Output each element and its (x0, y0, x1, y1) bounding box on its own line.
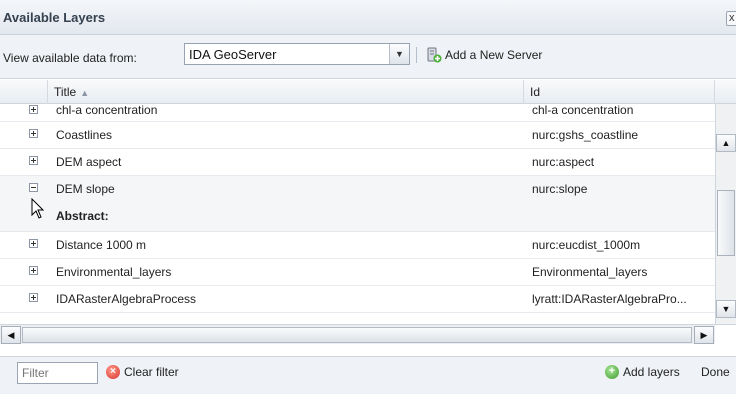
table-row-expanded[interactable]: DEM slope nurc:slope Abstract: (0, 176, 715, 232)
expand-icon[interactable] (29, 239, 38, 248)
add-layers-label: Add layers (623, 365, 680, 379)
clear-filter-button[interactable]: × Clear filter (106, 365, 179, 379)
row-title: Environmental_layers (56, 265, 172, 279)
row-id: lyratt:IDARasterAlgebraPro... (532, 292, 687, 306)
sort-ascending-icon: ▲ (80, 88, 90, 98)
filter-input[interactable] (17, 362, 98, 384)
vertical-scroll-thumb[interactable] (717, 190, 735, 256)
add-server-label: Add a New Server (445, 48, 543, 62)
row-id: Environmental_layers (532, 265, 648, 279)
scroll-up-icon[interactable]: ▲ (716, 134, 736, 152)
chevron-down-icon[interactable]: ▼ (389, 44, 409, 64)
grid-header: Title ▲ Id (0, 80, 736, 104)
scroll-right-icon[interactable]: ▶ (694, 326, 714, 344)
table-row[interactable]: Coastlines nurc:gshs_coastline (0, 122, 715, 149)
vertical-scrollbar[interactable]: ▲ ▼ (715, 104, 736, 324)
toolbar: View available data from: IDA GeoServer … (0, 35, 736, 79)
row-title: Distance 1000 m (56, 238, 147, 252)
title-column-header[interactable]: Title ▲ (48, 80, 524, 104)
window-title: Available Layers (3, 10, 106, 25)
row-id: nurc:eucdist_1000m (532, 238, 641, 252)
add-layers-button[interactable]: + Add layers (605, 365, 680, 379)
row-id: nurc:slope (532, 182, 588, 196)
view-data-label: View available data from: (3, 51, 137, 65)
mouse-cursor-icon (31, 198, 45, 219)
title-column-label: Title (54, 85, 77, 99)
expand-icon[interactable] (29, 266, 38, 275)
clear-icon: × (106, 365, 120, 379)
server-select[interactable]: IDA GeoServer ▼ (184, 43, 410, 65)
row-id: nurc:gshs_coastline (532, 128, 639, 142)
table-row[interactable]: chl-a concentration chl-a concentration (0, 104, 715, 122)
expander-column-header (0, 80, 48, 104)
table-row[interactable]: Distance 1000 m nurc:eucdist_1000m (0, 232, 715, 259)
header-filler (715, 80, 736, 104)
grid-rows: chl-a concentration chl-a concentration … (0, 104, 715, 324)
row-title: chl-a concentration (56, 104, 158, 117)
row-title: DEM aspect (56, 155, 122, 169)
horizontal-scroll-thumb[interactable] (22, 327, 692, 343)
add-server-button[interactable]: Add a New Server (426, 45, 542, 65)
toolbar-separator (416, 47, 417, 63)
expand-icon[interactable] (29, 156, 38, 165)
table-row[interactable]: Environmental_layers Environmental_layer… (0, 259, 715, 286)
table-row[interactable]: DEM aspect nurc:aspect (0, 149, 715, 176)
scrollbar-corner (715, 324, 736, 344)
id-column-header[interactable]: Id (524, 80, 715, 104)
abstract-label: Abstract: (56, 209, 109, 223)
collapse-icon[interactable] (29, 183, 38, 192)
server-icon (426, 47, 442, 63)
layers-grid: Title ▲ Id chl-a concentration chl-a conc… (0, 80, 736, 350)
row-id: nurc:aspect (532, 155, 595, 169)
id-column-label: Id (530, 85, 541, 99)
server-select-value: IDA GeoServer (189, 47, 277, 62)
available-layers-window: Available Layers x View available data f… (0, 0, 736, 394)
done-button[interactable]: Done (701, 365, 730, 379)
row-id: chl-a concentration (532, 104, 634, 117)
bottom-bar: × Clear filter + Add layers Done (0, 356, 736, 394)
scroll-down-icon[interactable]: ▼ (716, 300, 736, 318)
close-button[interactable]: x (726, 11, 736, 26)
row-title: IDARasterAlgebraProcess (56, 292, 197, 306)
row-title: DEM slope (56, 182, 115, 196)
scroll-left-icon[interactable]: ◀ (1, 326, 21, 344)
clear-filter-label: Clear filter (124, 365, 179, 379)
expand-icon[interactable] (29, 129, 38, 138)
title-bar: Available Layers x (0, 0, 736, 35)
expand-icon[interactable] (29, 105, 38, 114)
add-icon: + (605, 365, 619, 379)
table-row[interactable]: IDARasterAlgebraProcess lyratt:IDARaster… (0, 286, 715, 313)
horizontal-scrollbar[interactable]: ◀ ▶ (0, 324, 715, 344)
expand-icon[interactable] (29, 293, 38, 302)
row-title: Coastlines (56, 128, 113, 142)
